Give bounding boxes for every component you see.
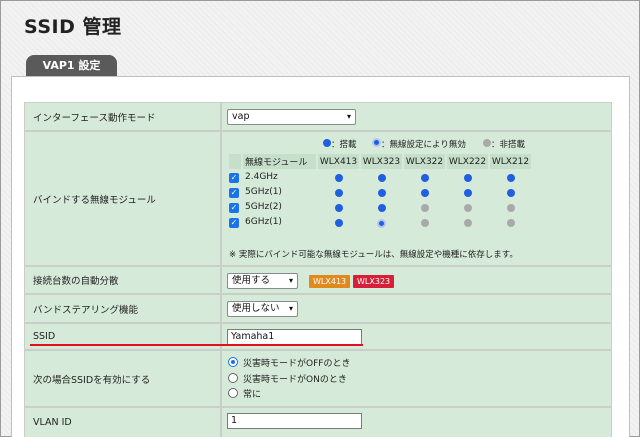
module-on-icon — [377, 204, 386, 212]
module-off-icon — [463, 219, 472, 227]
auto-distribution-label: 接続台数の自動分散 — [25, 267, 220, 293]
module-on-icon — [420, 174, 429, 182]
chevron-down-icon: ▾ — [346, 112, 351, 121]
radio-always[interactable] — [228, 388, 238, 398]
band-label: 5GHz(2) — [245, 202, 282, 212]
ssid-enable-label: 次の場合SSIDを有効にする — [25, 351, 220, 406]
module-off-icon — [420, 204, 429, 212]
module-on-icon — [506, 189, 515, 197]
band-label: 6GHz(1) — [245, 217, 282, 227]
badge-wlx413: WLX413 — [309, 275, 351, 288]
module-off-icon — [506, 219, 515, 227]
module-off-icon — [483, 139, 491, 147]
legend-disabled: ：無線設定により無効 — [372, 138, 466, 150]
module-on-icon — [334, 174, 343, 182]
module-on-icon — [334, 204, 343, 212]
module-disabled-icon — [377, 219, 386, 228]
legend-not-mounted: ：非搭載 — [483, 138, 525, 150]
band-checkbox[interactable]: ✓ — [229, 218, 239, 228]
band-steering-label: バンドステアリング機能 — [25, 295, 220, 322]
module-on-icon — [323, 139, 331, 147]
module-on-icon — [377, 189, 386, 197]
vlan-id-input[interactable]: 1 — [227, 413, 362, 429]
module-on-icon — [334, 189, 343, 197]
interface-mode-label: インターフェース動作モード — [25, 103, 220, 130]
legend-mounted: ：搭載 — [323, 138, 357, 150]
ssid-input[interactable]: Yamaha1 — [227, 329, 362, 345]
module-on-icon — [463, 174, 472, 182]
module-on-icon — [420, 189, 429, 197]
band-steering-select[interactable]: 使用しない ▾ — [227, 301, 298, 317]
ssid-highlight-underline — [30, 344, 363, 346]
chevron-down-icon: ▾ — [288, 304, 293, 313]
module-header-wlx322: WLX322 — [404, 154, 445, 169]
radio-disaster-off[interactable] — [228, 357, 238, 367]
module-on-icon — [334, 219, 343, 227]
chevron-down-icon: ▾ — [288, 276, 293, 285]
module-off-icon — [463, 204, 472, 212]
page-title: SSID 管理 — [24, 16, 122, 38]
module-on-icon — [506, 174, 515, 182]
module-on-icon — [377, 174, 386, 182]
badge-wlx323: WLX323 — [353, 275, 395, 288]
interface-mode-select[interactable]: vap ▾ — [227, 109, 356, 125]
radio-disaster-on-label: 災害時モードがONのとき — [243, 375, 347, 385]
module-header-wlx323: WLX323 — [361, 154, 402, 169]
band-checkbox[interactable]: ✓ — [229, 188, 239, 198]
band-label: 5GHz(1) — [245, 187, 282, 197]
auto-distribution-select[interactable]: 使用する ▾ — [227, 273, 298, 289]
band-checkbox[interactable]: ✓ — [229, 173, 239, 183]
module-header-wlx212: WLX212 — [490, 154, 531, 169]
module-header-wlx222: WLX222 — [447, 154, 488, 169]
module-disabled-icon — [372, 138, 381, 147]
module-header-wlx413: WLX413 — [318, 154, 359, 169]
module-header-label: 無線モジュール — [243, 154, 316, 169]
radio-always-label: 常に — [243, 390, 262, 400]
bind-module-cell — [222, 132, 611, 265]
tab-vap1-settings[interactable]: VAP1 設定 — [26, 55, 117, 77]
band-label: 2.4GHz — [245, 172, 278, 182]
radio-disaster-off-label: 災害時モードがOFFのとき — [243, 359, 351, 369]
band-checkbox[interactable]: ✓ — [229, 203, 239, 213]
module-on-icon — [463, 189, 472, 197]
vlan-id-label: VLAN ID — [25, 408, 220, 437]
bind-module-note: ※ 実際にバインド可能な無線モジュールは、無線設定や機種に依存します。 — [229, 250, 518, 260]
bind-module-label: バインドする無線モジュール — [25, 132, 220, 265]
module-header-blank — [229, 154, 241, 169]
module-off-icon — [506, 204, 515, 212]
module-off-icon — [420, 219, 429, 227]
radio-disaster-on[interactable] — [228, 373, 238, 383]
